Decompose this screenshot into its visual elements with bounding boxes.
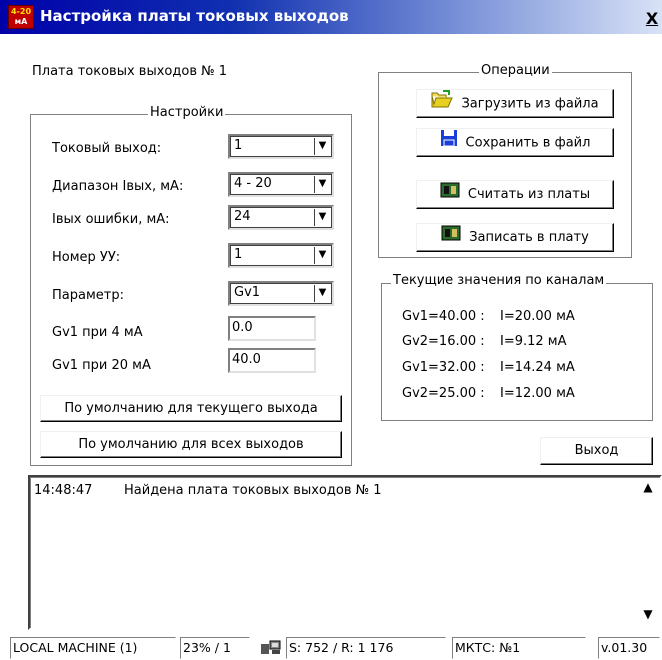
save-to-file-label: Сохранить в файл [465,135,591,151]
write-to-board-label: Записать в плату [469,230,589,245]
folder-open-icon [431,90,454,118]
channel-param: Gv1=40.00 : [402,309,485,324]
default-all-outputs-button[interactable]: По умолчанию для всех выходов [40,431,342,458]
read-from-board-label: Считать из платы [467,187,591,202]
log-time: 14:48:47 [34,483,93,498]
range-label: Диапазон Iвых, мА: [52,179,184,194]
channel-param: Gv2=16.00 : [402,334,485,349]
save-to-file-button[interactable]: Сохранить в файл [416,128,614,157]
gv1-20ma-label: Gv1 при 20 мА [52,358,151,373]
scroll-up-icon[interactable]: ▲ [642,481,654,495]
channel-current: I=9.12 мА [500,334,567,349]
channel-current: I=12.00 мА [500,386,575,401]
gv1-4ma-label: Gv1 при 4 мА [52,325,143,340]
write-to-board-button[interactable]: Записать в плату [416,223,614,252]
chevron-down-icon[interactable]: ▼ [314,285,330,302]
channel-param: Gv2=25.00 : [402,386,485,401]
current-output-select[interactable]: 1 ▼ [228,134,334,159]
chevron-down-icon[interactable]: ▼ [314,209,330,226]
chevron-down-icon[interactable]: ▼ [314,176,330,193]
status-version: v.01.30 [598,637,660,659]
device-number-label: Номер УУ: [52,250,121,265]
window-title: Настройка платы токовых выходов [40,7,349,25]
board-label: Плата токовых выходов № 1 [32,64,228,79]
device-number-select[interactable]: 1 ▼ [228,243,334,268]
gv1-4ma-input[interactable]: 0.0 [228,316,316,341]
default-current-output-button[interactable]: По умолчанию для текущего выхода [40,395,342,422]
parameter-select[interactable]: Gv1 ▼ [228,281,334,306]
parameter-value: Gv1 [234,285,261,300]
range-value: 4 - 20 [234,176,272,191]
circuit-board-icon [441,224,461,251]
close-button[interactable]: X [642,10,662,30]
log-message: Найдена плата токовых выходов № 1 [124,483,382,498]
chevron-down-icon[interactable]: ▼ [314,138,330,155]
status-device: МКТС: №1 [452,637,586,659]
floppy-disk-icon [440,129,458,157]
status-machine: LOCAL MACHINE (1) [10,637,176,659]
error-current-select[interactable]: 24 ▼ [228,205,334,230]
channel-current: I=20.00 мА [500,309,575,324]
log-panel[interactable]: 14:48:47 Найдена плата токовых выходов №… [28,475,662,630]
gv1-20ma-value: 40.0 [232,352,261,367]
current-output-label: Токовый выход: [52,141,162,156]
gv1-20ma-input[interactable]: 40.0 [228,348,316,373]
gv1-4ma-value: 0.0 [232,320,253,335]
settings-legend: Настройки [148,105,226,120]
operations-legend: Операции [479,63,552,78]
scroll-down-icon[interactable]: ▼ [642,608,654,622]
computer-icon [260,640,282,656]
error-current-label: Iвых ошибки, мА: [52,212,170,227]
channel-current: I=14.24 мА [500,360,575,375]
parameter-label: Параметр: [52,288,124,303]
app-icon-bottom-text: мА [14,17,28,26]
app-icon: 4-20 мА [8,5,34,29]
read-from-board-button[interactable]: Считать из платы [416,180,614,209]
channel-param: Gv1=32.00 : [402,360,485,375]
range-select[interactable]: 4 - 20 ▼ [228,172,334,197]
app-icon-top-text: 4-20 [10,7,32,16]
chevron-down-icon[interactable]: ▼ [314,247,330,264]
device-number-value: 1 [234,247,243,262]
status-load: 23% / 1 [180,637,250,659]
load-from-file-button[interactable]: Загрузить из файла [416,89,614,118]
current-values-legend: Текущие значения по каналам [391,273,607,288]
status-stats: S: 752 / R: 1 176 [286,637,446,659]
load-from-file-label: Загрузить из файла [461,96,599,112]
error-current-value: 24 [234,209,251,224]
circuit-board-icon [440,181,460,208]
exit-button[interactable]: Выход [540,437,653,465]
current-output-value: 1 [234,138,243,153]
